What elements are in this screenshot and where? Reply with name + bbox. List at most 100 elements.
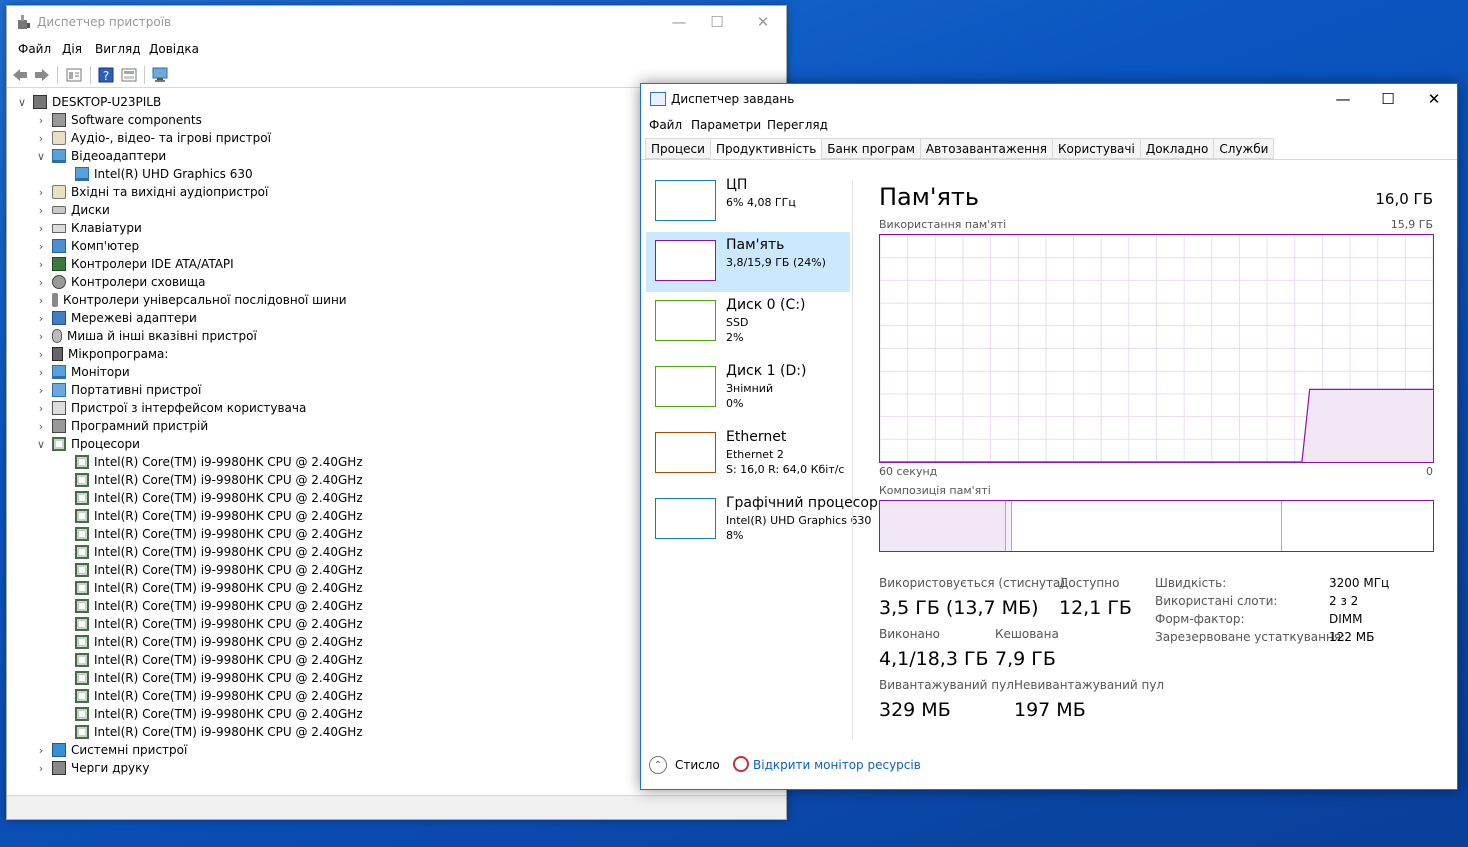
tree-item[interactable]: Intel(R) Core(TM) i9-9980HK CPU @ 2.40GH… [71,543,363,561]
perf-sidebar-item[interactable]: Диск 1 (D:) Знімний 0% [646,358,850,418]
tm-tab[interactable]: Банк програм [821,138,921,159]
chevron-right-icon[interactable]: › [34,309,48,327]
tree-item[interactable]: Intel(R) Core(TM) i9-9980HK CPU @ 2.40GH… [71,525,363,543]
tree-item[interactable]: ∨ DESKTOP-U23PILB [15,93,161,111]
tree-item[interactable]: › Аудіо-, відео- та ігрові пристрої [34,129,271,147]
tree-item[interactable]: Intel(R) Core(TM) i9-9980HK CPU @ 2.40GH… [71,705,363,723]
tree-item[interactable]: › Системні пристрої [34,741,187,759]
chevron-down-icon[interactable]: ∨ [15,93,29,111]
chevron-right-icon[interactable]: › [34,273,48,291]
tree-item[interactable]: › Комп'ютер [34,237,139,255]
tree-item[interactable]: Intel(R) Core(TM) i9-9980HK CPU @ 2.40GH… [71,453,363,471]
chevron-right-icon[interactable]: › [34,741,48,759]
perf-item-detail: 8% [726,529,744,542]
fewer-details-button[interactable]: Стисло [675,758,720,772]
tree-item[interactable]: Intel(R) Core(TM) i9-9980HK CPU @ 2.40GH… [71,579,363,597]
tree-item[interactable]: Intel(R) Core(TM) i9-9980HK CPU @ 2.40GH… [71,723,363,741]
chevron-down-icon[interactable]: ∨ [34,435,48,453]
chevron-right-icon[interactable]: › [34,345,48,363]
tree-item[interactable]: Intel(R) Core(TM) i9-9980HK CPU @ 2.40GH… [71,489,363,507]
tree-item[interactable]: › Контролери IDE ATA/ATAPI [34,255,234,273]
tm-tab[interactable]: Процеси [645,138,711,159]
perf-sidebar-item[interactable]: ЦП 6% 4,08 ГГц [646,172,850,232]
back-arrow-icon[interactable] [11,66,29,84]
tree-item[interactable]: ∨ Відеоадаптери [34,147,166,165]
chevron-right-icon[interactable]: › [34,219,48,237]
chevron-right-icon[interactable]: › [34,327,48,345]
dm-maximize-button[interactable]: ☐ [694,6,740,38]
chevron-right-icon[interactable]: › [34,399,48,417]
chevron-right-icon[interactable]: › [34,201,48,219]
tree-item[interactable]: Intel(R) Core(TM) i9-9980HK CPU @ 2.40GH… [71,669,363,687]
tm-menu-file[interactable]: Файл [649,118,682,132]
tree-item[interactable]: › Контролери універсальної послідовної ши… [34,291,347,309]
tree-item[interactable]: Intel(R) Core(TM) i9-9980HK CPU @ 2.40GH… [71,561,363,579]
chevron-right-icon[interactable]: › [34,759,48,777]
forward-arrow-icon[interactable] [33,66,51,84]
dm-menu-file[interactable]: Файл [18,42,51,56]
chevron-up-icon[interactable]: ⌃ [649,756,667,774]
tree-item[interactable]: › Миша й інші вказівні пристрої [34,327,257,345]
perf-sidebar-item[interactable]: Графічний процесор Intel(R) UHD Graphics … [646,490,878,550]
tm-menu-options[interactable]: Параметри [691,118,761,132]
chevron-right-icon[interactable]: › [34,291,48,309]
dm-menu-view[interactable]: Вигляд [95,42,141,56]
perf-sidebar-item[interactable]: Диск 0 (C:) SSD 2% [646,292,850,352]
resource-monitor-icon[interactable] [733,756,749,772]
tree-item[interactable]: › Диски [34,201,110,219]
tree-item[interactable]: › Клавіатури [34,219,142,237]
tm-tab[interactable]: Служби [1213,138,1275,159]
perf-sidebar-item[interactable]: Пам'ять 3,8/15,9 ГБ (24%) [646,232,850,292]
tm-maximize-button[interactable]: ☐ [1365,84,1411,114]
tree-item[interactable]: › Пристрої з інтерфейсом користувача [34,399,306,417]
tm-titlebar[interactable]: Диспетчер завдань — ☐ ✕ [641,84,1457,114]
scan-hardware-icon[interactable] [151,66,169,84]
perf-sidebar-item[interactable]: Ethernet Ethernet 2 S: 16,0 R: 64,0 Кбіт/с [646,424,850,484]
dm-menu-action[interactable]: Дія [62,42,82,56]
chevron-right-icon[interactable]: › [34,381,48,399]
open-resource-monitor-link[interactable]: Відкрити монітор ресурсів [753,758,921,772]
dm-close-button[interactable]: ✕ [740,6,786,38]
tree-item[interactable]: › Черги друку [34,759,150,777]
dm-window-title: Диспетчер пристроїв [37,15,172,29]
tree-item[interactable]: › Портативні пристрої [34,381,201,399]
tree-item[interactable]: Intel(R) Core(TM) i9-9980HK CPU @ 2.40GH… [71,615,363,633]
chevron-down-icon[interactable]: ∨ [34,147,48,165]
tm-tab[interactable]: Користувачі [1052,138,1141,159]
tree-item[interactable]: Intel(R) Core(TM) i9-9980HK CPU @ 2.40GH… [71,507,363,525]
processor-icon [75,617,89,631]
tm-tab[interactable]: Автозавантаження [919,138,1053,159]
tm-tab[interactable]: Продуктивність [709,138,823,159]
tm-minimize-button[interactable]: — [1320,84,1366,114]
tm-menu-view[interactable]: Перегляд [767,118,828,132]
chevron-right-icon[interactable]: › [34,111,48,129]
chevron-right-icon[interactable]: › [34,237,48,255]
tree-item[interactable]: › Вхідні та вихідні аудіопристрої [34,183,268,201]
tree-item-label: Мережеві адаптери [71,311,197,325]
chevron-right-icon[interactable]: › [34,129,48,147]
tm-close-button[interactable]: ✕ [1411,84,1457,114]
tree-item[interactable]: Intel(R) Core(TM) i9-9980HK CPU @ 2.40GH… [71,687,363,705]
update-driver-icon[interactable] [120,66,138,84]
chevron-right-icon[interactable]: › [34,363,48,381]
chevron-right-icon[interactable]: › [34,255,48,273]
tree-item[interactable]: Intel(R) Core(TM) i9-9980HK CPU @ 2.40GH… [71,471,363,489]
tree-item[interactable]: › Програмний пристрій [34,417,208,435]
tree-item[interactable]: › Контролери сховища [34,273,206,291]
properties-icon[interactable] [65,66,83,84]
tree-item[interactable]: Intel(R) Core(TM) i9-9980HK CPU @ 2.40GH… [71,597,363,615]
dm-menu-help[interactable]: Довідка [149,42,199,56]
tree-item[interactable]: › Мікропрограма: [34,345,168,363]
tree-item[interactable]: › Мережеві адаптери [34,309,197,327]
dm-titlebar[interactable]: Диспетчер пристроїв — ☐ ✕ [7,6,786,38]
chevron-right-icon[interactable]: › [34,183,48,201]
tree-item[interactable]: › Монітори [34,363,130,381]
tree-item[interactable]: Intel(R) Core(TM) i9-9980HK CPU @ 2.40GH… [71,651,363,669]
chevron-right-icon[interactable]: › [34,417,48,435]
tree-item[interactable]: ∨ Процесори [34,435,140,453]
help-icon[interactable]: ? [97,66,115,84]
tree-item[interactable]: › Software components [34,111,202,129]
tree-item[interactable]: Intel(R) UHD Graphics 630 [71,165,253,183]
tm-tab[interactable]: Докладно [1139,138,1215,159]
tree-item[interactable]: Intel(R) Core(TM) i9-9980HK CPU @ 2.40GH… [71,633,363,651]
